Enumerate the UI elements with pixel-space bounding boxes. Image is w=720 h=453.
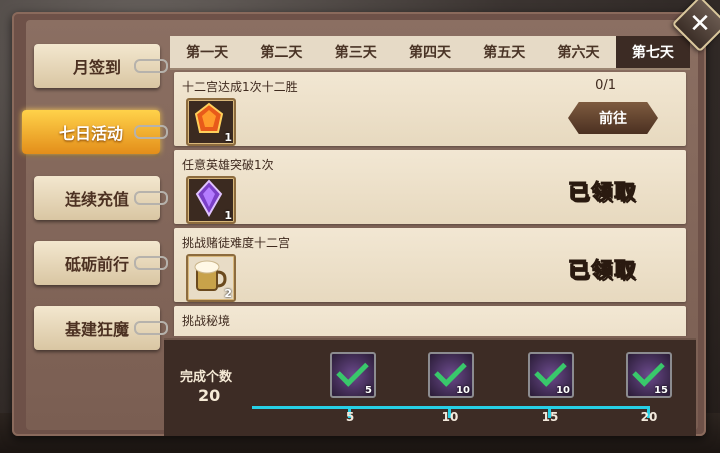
task-title: 挑战秘境 — [182, 314, 231, 328]
task-row: 挑战秘境 — [174, 306, 686, 336]
sidebar-item-label: 砥砺前行 — [64, 255, 129, 274]
tab-day-6[interactable]: 第六天 — [541, 36, 615, 68]
sidebar-item-label: 基建狂魔 — [64, 320, 129, 339]
paperclip-icon — [134, 125, 168, 139]
close-icon: ✕ — [689, 9, 711, 39]
check-icon — [534, 354, 567, 387]
milestone-chest[interactable]: 5 — [330, 352, 376, 398]
reward-slot[interactable]: 2 — [186, 254, 236, 302]
check-icon — [434, 354, 467, 387]
paperclip-icon — [134, 191, 168, 205]
reward-slot[interactable]: 1 — [186, 176, 236, 224]
chest-count: 15 — [654, 385, 668, 396]
tab-day-3[interactable]: 第三天 — [319, 36, 393, 68]
paperclip-icon — [134, 59, 168, 73]
milestone-chest[interactable]: 10 — [528, 352, 574, 398]
sidebar-item-label: 月签到 — [72, 58, 121, 77]
paperclip-icon — [134, 321, 168, 335]
task-row: 任意英雄突破1次 1 已领取 — [174, 150, 686, 224]
sidebar-item-seven-day[interactable]: 七日活动 — [22, 110, 168, 154]
tab-day-1[interactable]: 第一天 — [170, 36, 244, 68]
claimed-label: 已领取 — [568, 180, 637, 205]
completion-panel: 完成个数 20 5 5 10 10 15 10 20 15 — [164, 338, 696, 436]
task-title: 十二宫达成1次十二胜 — [182, 80, 298, 94]
chest-count: 10 — [556, 385, 570, 396]
sidebar-item-monthly-signin[interactable]: 月签到 — [34, 44, 168, 88]
completion-label: 完成个数 — [180, 370, 233, 385]
progress-track — [252, 406, 650, 409]
chest-count: 5 — [365, 385, 372, 396]
day-tabs: 第一天 第二天 第三天 第四天 第五天 第六天 第七天 — [170, 36, 690, 70]
task-title: 任意英雄突破1次 — [182, 158, 274, 172]
milestone-label: 20 — [640, 410, 658, 424]
check-icon — [336, 354, 369, 387]
reward-slot[interactable]: 1 — [186, 98, 236, 146]
tab-day-4[interactable]: 第四天 — [393, 36, 467, 68]
tab-day-7[interactable]: 第七天 — [615, 36, 690, 68]
tab-day-2[interactable]: 第二天 — [244, 36, 318, 68]
milestone-label: 15 — [541, 410, 559, 424]
task-progress: 0/1 — [595, 78, 616, 93]
task-row: 挑战赌徒难度十二宫 2 已领取 — [174, 228, 686, 302]
check-icon — [632, 354, 665, 387]
milestone-chest[interactable]: 15 — [626, 352, 672, 398]
sidebar-item-continuous-recharge[interactable]: 连续充值 — [34, 176, 168, 220]
paperclip-icon — [134, 256, 168, 270]
sidebar-item-forge-ahead[interactable]: 砥砺前行 — [34, 241, 168, 285]
completion-count: 20 — [198, 386, 221, 405]
milestone-label: 10 — [441, 410, 459, 424]
milestone-chest[interactable]: 10 — [428, 352, 474, 398]
milestone-label: 5 — [345, 410, 355, 424]
tab-day-5[interactable]: 第五天 — [467, 36, 541, 68]
chest-count: 10 — [456, 385, 470, 396]
task-list[interactable]: 十二宫达成1次十二胜 0/1 1 前往 任意英雄突破1次 1 已领取 挑战赌徒难… — [170, 70, 690, 336]
sidebar-item-label: 七日活动 — [58, 124, 123, 143]
task-title: 挑战赌徒难度十二宫 — [182, 236, 291, 250]
reward-count: 1 — [224, 131, 232, 144]
sidebar-item-label: 连续充值 — [64, 190, 129, 209]
task-row: 十二宫达成1次十二胜 0/1 1 前往 — [174, 72, 686, 146]
go-button[interactable]: 前往 — [568, 102, 658, 134]
claimed-label: 已领取 — [568, 258, 637, 283]
sidebar-item-builder[interactable]: 基建狂魔 — [34, 306, 168, 350]
reward-count: 2 — [224, 287, 232, 300]
reward-count: 1 — [224, 209, 232, 222]
